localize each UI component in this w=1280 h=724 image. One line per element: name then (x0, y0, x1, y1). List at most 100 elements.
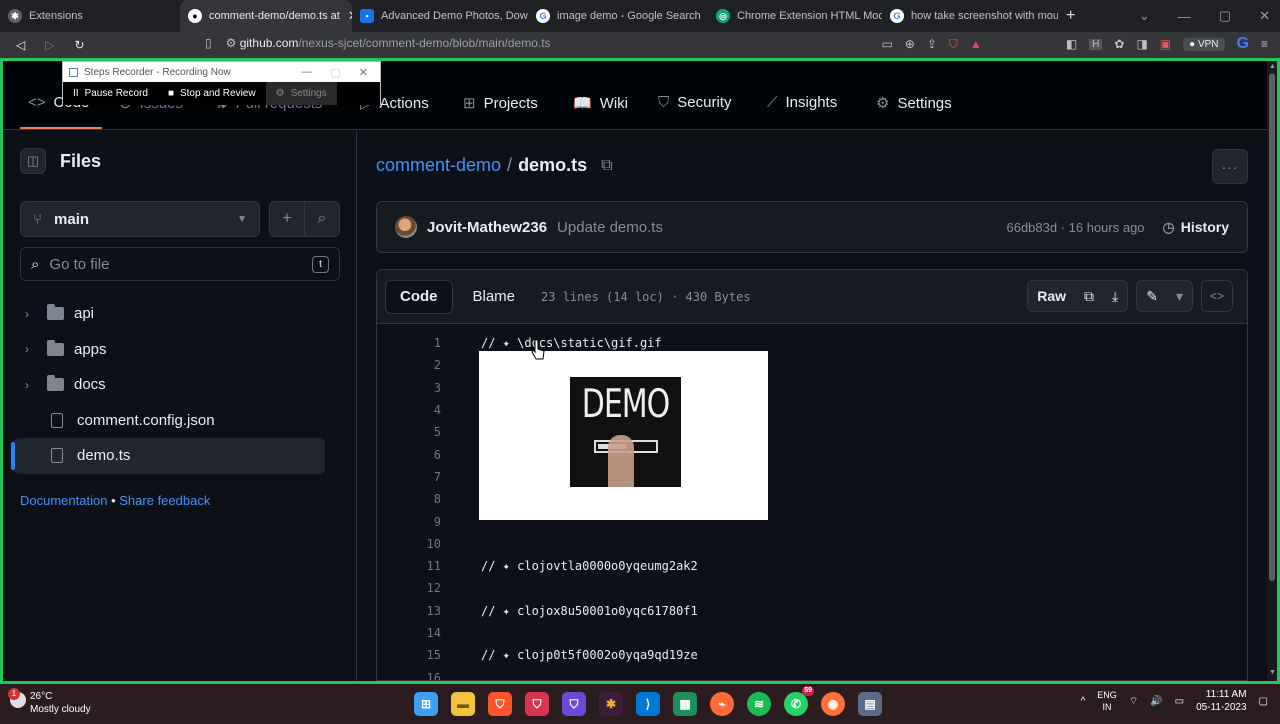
line-number[interactable]: 16 (377, 671, 441, 680)
sidebar-icon[interactable]: ◨ (1136, 37, 1147, 51)
symbols-panel-icon[interactable]: <> (1201, 280, 1233, 312)
raw-button[interactable]: Raw (1028, 281, 1075, 311)
leo-icon[interactable]: G (1237, 35, 1249, 53)
tree-item-comment-config[interactable]: comment.config.json (3, 403, 357, 439)
history-button[interactable]: ◷ History (1163, 219, 1229, 236)
recorder-settings-button[interactable]: ⚙ Settings (265, 82, 337, 105)
steps-recorder-window[interactable]: Steps Recorder - Recording Now — ▢ ✕ II P… (62, 61, 381, 105)
commit-message-link[interactable]: Update demo.ts (557, 219, 663, 236)
line-number[interactable]: 13 (377, 604, 441, 618)
tab-screenshot-search[interactable]: G how take screenshot with mouse (882, 0, 1058, 32)
spotify-icon[interactable]: ≋ (747, 692, 771, 716)
line-number[interactable]: 11 (377, 559, 441, 573)
minimize-icon[interactable]: — (1178, 9, 1191, 24)
commit-meta[interactable]: 66db83d · 16 hours ago (1006, 220, 1144, 235)
tab-github-demo[interactable]: ● comment-demo/demo.ts at ✕ (180, 0, 352, 32)
brave-rewards-icon[interactable]: ▲ (970, 37, 982, 51)
firefox-icon[interactable]: ◉ (821, 692, 845, 716)
tab-projects[interactable]: ⊞ Projects (463, 94, 538, 113)
chevron-right-icon[interactable]: › (25, 307, 47, 321)
search-icon[interactable]: ⌕ (304, 202, 339, 236)
wallet-icon[interactable]: ▣ (1160, 37, 1171, 51)
site-info-icon[interactable]: ⚙ (226, 36, 237, 50)
line-number[interactable]: 6 (377, 448, 441, 462)
extensions-icon[interactable]: ✿ (1114, 37, 1124, 51)
breadcrumb-repo-link[interactable]: comment-demo (376, 155, 501, 176)
tab-settings[interactable]: ⚙ Settings (876, 94, 952, 113)
tree-item-apps[interactable]: › apps (3, 332, 357, 368)
notification-icon[interactable]: ▢ (1259, 696, 1268, 707)
tab-google-search[interactable]: G image demo - Google Search (528, 0, 708, 32)
tab-chrome-extension[interactable]: ◎ Chrome Extension HTML Modifi (708, 0, 882, 32)
go-to-file-input[interactable]: ⌕ Go to file t (20, 247, 340, 281)
start-icon[interactable]: ⊞ (414, 692, 438, 716)
reload-icon[interactable]: ↻ (74, 38, 84, 52)
tab-extensions[interactable]: ✱ Extensions (0, 0, 180, 32)
avatar[interactable] (395, 216, 417, 238)
tree-item-demo-ts[interactable]: demo.ts (11, 438, 325, 474)
share-icon[interactable]: ⇪ (927, 37, 937, 51)
steps-recorder-titlebar[interactable]: Steps Recorder - Recording Now — ▢ ✕ (63, 62, 380, 82)
line-number[interactable]: 14 (377, 626, 441, 640)
line-number[interactable]: 8 (377, 492, 441, 506)
tab-demo-photos[interactable]: ▪ Advanced Demo Photos, Downlo (352, 0, 528, 32)
minimize-icon[interactable]: — (301, 66, 312, 79)
scroll-up-icon[interactable]: ▲ (1269, 63, 1276, 70)
code-view-button[interactable]: Code (385, 279, 453, 314)
pause-record-button[interactable]: II Pause Record (63, 82, 158, 105)
copy-path-icon[interactable]: ⧉ (601, 157, 612, 175)
chevron-right-icon[interactable]: › (25, 378, 47, 392)
slack-icon[interactable]: ✱ (599, 692, 623, 716)
copy-raw-icon[interactable]: ⧉ (1075, 281, 1103, 311)
line-number[interactable]: 4 (377, 403, 441, 417)
close-icon[interactable]: ✕ (359, 66, 368, 79)
volume-icon[interactable]: 🔊 (1150, 696, 1162, 707)
scroll-down-icon[interactable]: ▼ (1269, 669, 1276, 676)
blame-view-button[interactable]: Blame (459, 280, 530, 314)
back-icon[interactable]: ◁ (16, 38, 25, 52)
brave-shield-icon[interactable]: ⛉ (949, 37, 958, 52)
branch-select-button[interactable]: ⑂ main ▼ (20, 201, 260, 237)
wifi-icon[interactable]: ⌔ (1129, 695, 1138, 708)
steps-recorder-taskbar-icon[interactable]: ▤ (858, 692, 882, 716)
extension-icon[interactable]: ◧ (1066, 37, 1077, 51)
line-number[interactable]: 1 (377, 336, 441, 350)
new-tab-button[interactable]: + (1058, 0, 1083, 32)
vpn-button[interactable]: ● VPN (1183, 37, 1225, 51)
scrollbar-thumb[interactable] (1269, 73, 1275, 581)
line-number[interactable]: 12 (377, 581, 441, 595)
line-number[interactable]: 9 (377, 515, 441, 529)
tab-wiki[interactable]: 📖 Wiki (573, 94, 628, 113)
forward-icon[interactable]: ▷ (45, 38, 54, 52)
vscode-icon[interactable]: ⟩ (636, 692, 660, 716)
weather-widget[interactable]: 1 26°C Mostly cloudy (8, 688, 91, 716)
clock[interactable]: 11:11 AM 05-11-2023 (1196, 688, 1246, 714)
url-field[interactable]: ▯ ⚙ github.com/nexus-sjcet/comment-demo/… (205, 36, 551, 50)
line-number[interactable]: 15 (377, 648, 441, 662)
chevron-up-icon[interactable]: ^ (1081, 696, 1086, 707)
tree-item-api[interactable]: › api (3, 296, 357, 332)
line-number[interactable]: 5 (377, 425, 441, 439)
tree-item-docs[interactable]: › docs (3, 367, 357, 403)
stop-review-button[interactable]: ■ Stop and Review (158, 82, 266, 105)
line-number[interactable]: 2 (377, 358, 441, 372)
download-icon[interactable]: ⤓ (1103, 281, 1127, 311)
file-explorer-icon[interactable]: ▬ (451, 692, 475, 716)
line-number[interactable]: 7 (377, 470, 441, 484)
battery-icon[interactable]: ▭ (1175, 696, 1184, 707)
edit-pencil-icon[interactable]: ✎ (1137, 281, 1167, 311)
line-number[interactable]: 10 (377, 537, 441, 551)
language-indicator[interactable]: ENG IN (1097, 689, 1117, 713)
h-extension-icon[interactable]: H (1089, 38, 1103, 50)
zoom-icon[interactable]: ⊕ (905, 37, 915, 51)
line-number[interactable]: 3 (377, 381, 441, 395)
collapse-sidebar-icon[interactable]: ◫ (20, 148, 46, 174)
tab-security[interactable]: ⛉ Security (658, 94, 731, 111)
maximize-icon[interactable]: ▢ (1219, 8, 1231, 24)
whatsapp-icon[interactable]: ✆ 59 (784, 686, 814, 716)
documentation-link[interactable]: Documentation (20, 493, 107, 508)
caret-down-icon[interactable]: ▾ (1167, 281, 1192, 311)
postman-icon[interactable]: ⌁ (710, 692, 734, 716)
chevron-right-icon[interactable]: › (25, 342, 47, 356)
add-file-icon[interactable]: + (270, 202, 304, 236)
